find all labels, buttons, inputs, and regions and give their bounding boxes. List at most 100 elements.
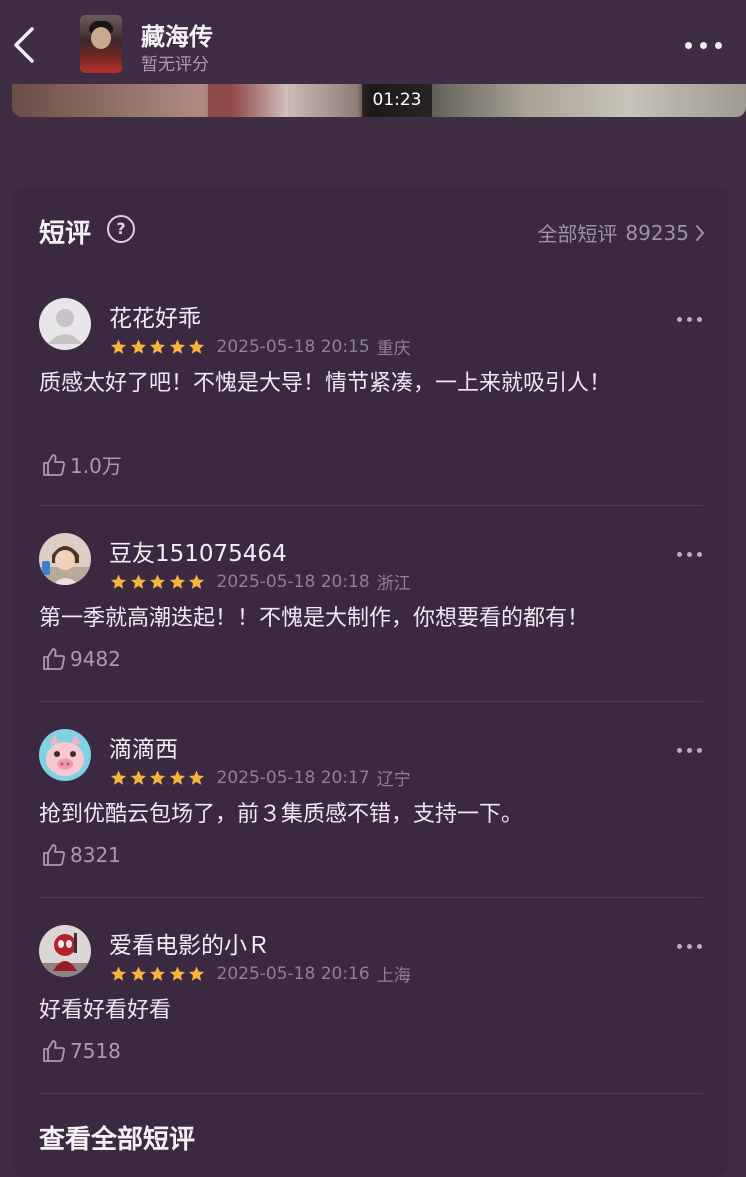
review-meta: 2025-05-18 20:15 重庆 bbox=[109, 334, 411, 359]
review-content: 第一季就高潮迭起！！不愧是大制作，你想要看的都有！ bbox=[39, 606, 590, 631]
like-count: 9482 bbox=[70, 647, 121, 671]
video-duration: 01:23 bbox=[362, 84, 432, 117]
more-dot bbox=[677, 748, 682, 753]
star-icon bbox=[111, 339, 126, 354]
like-button[interactable]: 7518 bbox=[41, 1038, 121, 1064]
review-more-icon[interactable] bbox=[676, 548, 704, 562]
star-icon bbox=[111, 966, 126, 981]
user-avatar[interactable] bbox=[39, 925, 91, 977]
username[interactable]: 滴滴西 bbox=[109, 730, 178, 764]
thumbs-up-icon bbox=[43, 453, 65, 476]
default-avatar-icon bbox=[39, 298, 91, 350]
section-title: 短评 bbox=[39, 219, 92, 249]
review-location: 上海 bbox=[376, 966, 411, 986]
star-icon bbox=[150, 339, 165, 354]
more-dot bbox=[677, 944, 682, 949]
thumbs-up-icon bbox=[43, 1040, 65, 1062]
star-icon bbox=[189, 966, 204, 981]
review-date: 2025-05-18 20:17 bbox=[216, 767, 370, 788]
child-photo-avatar-icon bbox=[39, 533, 91, 585]
username[interactable]: 花花好乖 bbox=[109, 299, 201, 333]
video-frame-shade bbox=[208, 84, 288, 117]
divider bbox=[39, 505, 703, 506]
user-avatar[interactable] bbox=[39, 729, 91, 781]
star-icon bbox=[169, 966, 185, 981]
star-icon bbox=[111, 770, 126, 785]
more-dot bbox=[697, 317, 702, 322]
star-icon bbox=[150, 574, 165, 589]
like-button[interactable]: 8321 bbox=[41, 842, 121, 868]
divider bbox=[39, 897, 703, 898]
review-more-icon[interactable] bbox=[676, 744, 704, 758]
poster-figure-face bbox=[91, 27, 111, 49]
star-rating bbox=[109, 338, 207, 356]
review-more-icon[interactable] bbox=[676, 940, 704, 954]
review-location: 重庆 bbox=[376, 339, 411, 359]
star-rating bbox=[109, 573, 207, 591]
cartoon-pig-avatar-icon bbox=[39, 729, 91, 781]
more-dot bbox=[687, 944, 692, 949]
more-dot bbox=[677, 317, 682, 322]
star-icon bbox=[169, 770, 185, 785]
help-question-icon[interactable]: ? bbox=[107, 215, 135, 243]
review-content: 好看好看好看 bbox=[39, 998, 172, 1023]
review-meta: 2025-05-18 20:17 辽宁 bbox=[109, 765, 411, 790]
review-item: 花花好乖 2025-05-18 20:15 重庆 质感太好了吧！不愧是大导！情节… bbox=[12, 285, 729, 481]
review-content: 抢到优酷云包场了，前３集质感不错，支持一下。 bbox=[39, 802, 524, 827]
view-all-reviews-button[interactable]: 查看全部短评 bbox=[39, 1119, 195, 1156]
user-avatar[interactable] bbox=[39, 298, 91, 350]
all-reviews-label: 全部短评 bbox=[537, 222, 618, 246]
review-date: 2025-05-18 20:16 bbox=[216, 963, 370, 984]
star-icon bbox=[189, 574, 204, 589]
review-content: 质感太好了吧！不愧是大导！情节紧凑，一上来就吸引人！ bbox=[39, 371, 612, 396]
review-item: 爱看电影的小Ｒ 2025-05-18 20:16 上海 好看好看好看 7518 bbox=[12, 912, 729, 1108]
top-nav-bar: 藏海传 暂无评分 bbox=[0, 0, 746, 84]
thumbs-up-icon bbox=[43, 844, 65, 866]
more-dot bbox=[687, 748, 692, 753]
user-avatar[interactable] bbox=[39, 533, 91, 585]
more-dot bbox=[687, 552, 692, 557]
back-chevron-icon[interactable] bbox=[10, 24, 40, 66]
like-button[interactable]: 9482 bbox=[41, 646, 121, 672]
more-dot bbox=[677, 552, 682, 557]
show-poster-thumbnail[interactable] bbox=[80, 15, 122, 73]
like-count: 1.0万 bbox=[70, 454, 122, 478]
more-dot bbox=[697, 944, 702, 949]
divider bbox=[39, 701, 703, 702]
star-icon bbox=[130, 770, 146, 785]
star-icon bbox=[169, 339, 185, 354]
username[interactable]: 爱看电影的小Ｒ bbox=[109, 926, 270, 960]
more-dot bbox=[715, 42, 722, 49]
star-icon bbox=[189, 770, 204, 785]
star-icon bbox=[130, 574, 146, 589]
more-dot bbox=[687, 317, 692, 322]
username[interactable]: 豆友151075464 bbox=[109, 534, 287, 568]
more-options-icon[interactable] bbox=[682, 34, 726, 58]
star-icon bbox=[169, 574, 185, 589]
chevron-right-icon bbox=[696, 224, 704, 241]
review-location: 辽宁 bbox=[376, 770, 411, 790]
star-icon bbox=[150, 770, 165, 785]
divider bbox=[39, 1093, 703, 1094]
star-icon bbox=[111, 574, 126, 589]
like-count: 8321 bbox=[70, 843, 121, 867]
review-item: 滴滴西 2025-05-18 20:17 辽宁 抢到优酷云包场了，前３集质感不错… bbox=[12, 716, 729, 912]
star-icon bbox=[130, 339, 146, 354]
review-more-icon[interactable] bbox=[676, 313, 704, 327]
video-preview-strip[interactable]: 01:23 bbox=[12, 84, 746, 117]
review-date: 2025-05-18 20:15 bbox=[216, 336, 370, 357]
all-reviews-link[interactable]: 全部短评 89235 bbox=[537, 218, 705, 247]
red-figure-avatar-icon bbox=[39, 925, 91, 977]
review-item: 豆友151075464 2025-05-18 20:18 浙江 第一季就高潮迭起… bbox=[12, 520, 729, 716]
short-reviews-card: 短评 ? 全部短评 89235 花花好乖 2025-05-18 20:15 重庆 bbox=[12, 187, 729, 1177]
like-count: 7518 bbox=[70, 1039, 121, 1063]
like-button[interactable]: 1.0万 bbox=[41, 450, 122, 479]
star-rating bbox=[109, 769, 207, 787]
more-dot bbox=[697, 552, 702, 557]
star-icon bbox=[130, 966, 146, 981]
review-date: 2025-05-18 20:18 bbox=[216, 571, 370, 592]
thumbs-up-icon bbox=[43, 648, 65, 670]
more-dot bbox=[685, 42, 692, 49]
review-location: 浙江 bbox=[376, 574, 411, 594]
all-reviews-count: 89235 bbox=[625, 220, 689, 245]
